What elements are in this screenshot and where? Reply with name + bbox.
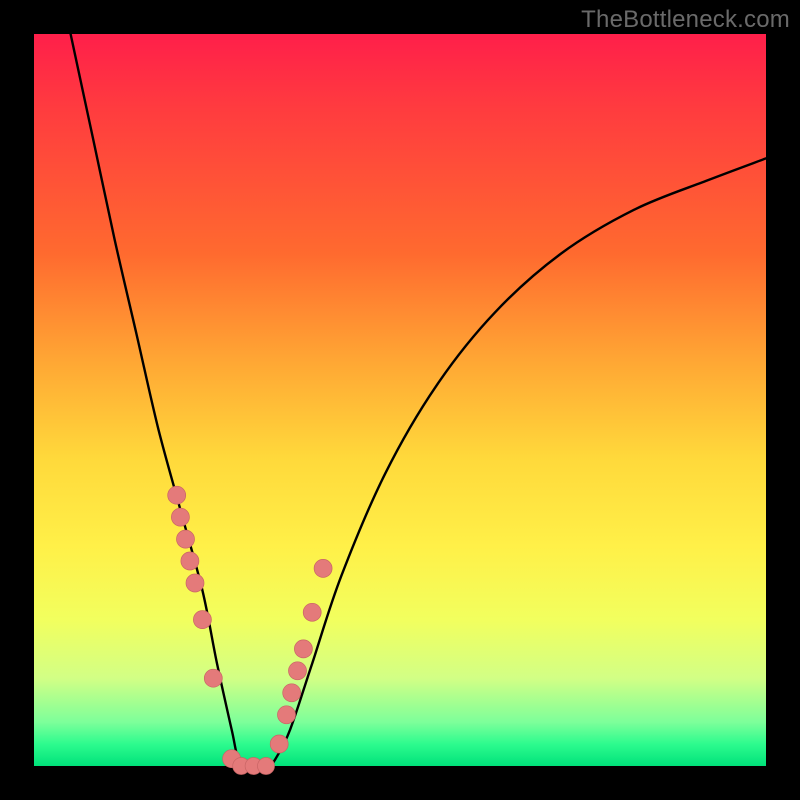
sample-dot bbox=[283, 684, 301, 702]
sample-dot bbox=[177, 530, 195, 548]
sample-dot bbox=[186, 574, 204, 592]
sample-dot bbox=[181, 552, 199, 570]
watermark-text: TheBottleneck.com bbox=[581, 6, 790, 34]
sample-dot bbox=[278, 706, 296, 724]
sample-dot bbox=[294, 640, 312, 658]
sample-dot bbox=[193, 611, 211, 629]
sample-dot bbox=[270, 735, 288, 753]
sample-dot bbox=[168, 486, 186, 504]
sample-dot bbox=[204, 669, 222, 687]
bottleneck-curve-svg bbox=[34, 34, 766, 766]
sample-dot bbox=[314, 559, 332, 577]
sample-dot bbox=[303, 603, 321, 621]
sample-dot bbox=[171, 508, 189, 526]
bottleneck-curve bbox=[71, 34, 766, 767]
sample-dot bbox=[258, 758, 275, 775]
plot-area bbox=[34, 34, 766, 766]
sample-dot bbox=[289, 662, 307, 680]
chart-frame: TheBottleneck.com bbox=[0, 0, 800, 800]
sample-dots bbox=[168, 486, 332, 774]
